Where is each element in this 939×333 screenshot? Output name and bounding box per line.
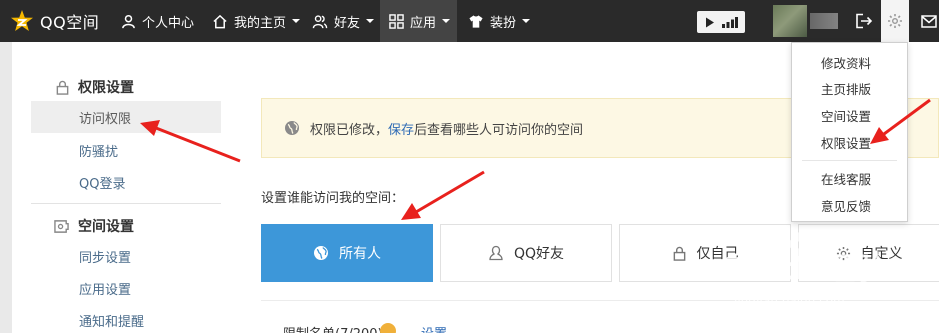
sidebar-item-label: 同步设置 xyxy=(79,250,132,266)
sidebar-item-app-settings[interactable]: 应用设置 xyxy=(31,272,221,304)
restrict-set-link[interactable]: 设置 xyxy=(421,323,447,333)
nav-label: 装扮 xyxy=(490,15,517,31)
qzone-logo[interactable]: QQ空间 xyxy=(10,8,99,34)
option-label: QQ好友 xyxy=(513,246,565,262)
settings-button[interactable] xyxy=(881,0,909,42)
menu-item-space-settings[interactable]: 空间设置 xyxy=(792,102,907,128)
chevron-down-icon xyxy=(366,19,375,23)
chevron-down-icon xyxy=(292,19,301,23)
sidebar-divider xyxy=(31,203,221,204)
sidebar-item-access-permission[interactable]: 访问权限 xyxy=(31,101,221,133)
avatar[interactable] xyxy=(773,5,807,37)
nav-label: 应用 xyxy=(410,15,437,31)
menu-item-label: 空间设置 xyxy=(821,108,872,124)
music-player-button[interactable] xyxy=(697,11,745,33)
menu-item-homepage-layout[interactable]: 主页排版 xyxy=(792,75,907,101)
access-question-label: 设置谁能访问我的空间： xyxy=(261,191,405,206)
sidebar-item-label: 访问权限 xyxy=(79,111,132,127)
sidebar-item-anti-harassment[interactable]: 防骚扰 xyxy=(31,134,221,166)
nav-label: 好友 xyxy=(334,15,361,31)
top-navigation-bar: QQ空间 个人中心 我的主页 好友 应用 装扮 xyxy=(0,0,939,42)
gear-icon xyxy=(888,14,902,28)
help-icon[interactable] xyxy=(380,323,396,333)
nav-label: 我的主页 xyxy=(234,15,287,31)
nav-friends[interactable]: 好友 xyxy=(312,0,375,42)
logout-icon xyxy=(856,13,873,29)
sidebar-item-label: 通知和提醒 xyxy=(79,314,145,330)
globe-icon xyxy=(285,121,299,135)
chevron-down-icon xyxy=(522,19,531,23)
chevron-down-icon xyxy=(442,19,451,23)
option-label: 所有人 xyxy=(339,246,381,262)
restrict-list-label: 限制名单(7/200) xyxy=(283,323,383,333)
globe-icon xyxy=(314,246,328,260)
menu-item-label: 在线客服 xyxy=(821,171,872,187)
notice-text-after: 后查看哪些人可访问你的空间 xyxy=(414,122,584,138)
logo-text: QQ空间 xyxy=(40,13,100,32)
home-icon xyxy=(213,14,227,28)
sidebar-item-notifications[interactable]: 通知和提醒 xyxy=(31,304,221,333)
nav-apps[interactable]: 应用 xyxy=(380,0,457,42)
menu-item-online-support[interactable]: 在线客服 xyxy=(792,165,907,191)
equalizer-icon xyxy=(721,16,738,28)
nav-decorate[interactable]: 装扮 xyxy=(468,0,531,42)
lock-icon xyxy=(673,246,685,261)
option-everyone[interactable]: 所有人 xyxy=(261,224,433,282)
sidebar-item-label: 应用设置 xyxy=(79,282,132,298)
sidebar-item-qq-login[interactable]: QQ登录 xyxy=(31,166,221,198)
sidebar-item-sync-settings[interactable]: 同步设置 xyxy=(31,240,221,272)
user-icon xyxy=(122,14,135,28)
watermark-url: jingyan.baidu.com xyxy=(734,294,845,308)
sidebar-item-label: 防骚扰 xyxy=(79,144,119,160)
menu-item-feedback[interactable]: 意见反馈 xyxy=(792,192,907,218)
shirt-icon xyxy=(469,14,483,28)
baidu-watermark: Baidu经验 jingyan.baidu.com xyxy=(724,226,934,326)
qzone-star-icon xyxy=(11,10,33,31)
mail-button[interactable] xyxy=(918,0,939,42)
nav-personal-center[interactable]: 个人中心 xyxy=(121,0,194,42)
option-qq-friends[interactable]: QQ好友 xyxy=(440,224,612,282)
menu-item-edit-profile[interactable]: 修改资料 xyxy=(792,49,907,75)
watermark-brand: Baidu经验 xyxy=(724,252,888,287)
section-title: 权限设置 xyxy=(78,80,134,96)
save-link[interactable]: 保存 xyxy=(388,119,414,138)
play-icon xyxy=(705,17,714,27)
section-space-settings: 空间设置 xyxy=(53,216,134,236)
section-title: 空间设置 xyxy=(78,219,134,235)
menu-divider xyxy=(802,160,897,161)
settings-dropdown-menu: 修改资料 主页排版 空间设置 权限设置 在线客服 意见反馈 xyxy=(791,42,908,222)
username-blurred[interactable] xyxy=(810,13,838,29)
sidebar-item-label: QQ登录 xyxy=(79,176,126,192)
menu-item-permission-settings[interactable]: 权限设置 xyxy=(792,129,907,155)
nav-label: 个人中心 xyxy=(142,15,195,31)
grid-icon xyxy=(389,13,404,29)
mail-icon xyxy=(920,14,937,28)
menu-item-label: 权限设置 xyxy=(821,135,872,151)
space-settings-icon xyxy=(54,219,69,233)
friends-icon xyxy=(312,14,328,28)
notice-text-before: 权限已修改， xyxy=(310,122,389,138)
lock-icon xyxy=(56,80,69,95)
menu-item-label: 主页排版 xyxy=(821,81,872,97)
person-outline-icon xyxy=(489,245,503,261)
nav-my-homepage[interactable]: 我的主页 xyxy=(212,0,301,42)
logout-button[interactable] xyxy=(851,0,877,42)
menu-item-label: 修改资料 xyxy=(821,55,872,71)
menu-item-label: 意见反馈 xyxy=(821,198,872,214)
section-permission-settings: 权限设置 xyxy=(55,77,134,97)
